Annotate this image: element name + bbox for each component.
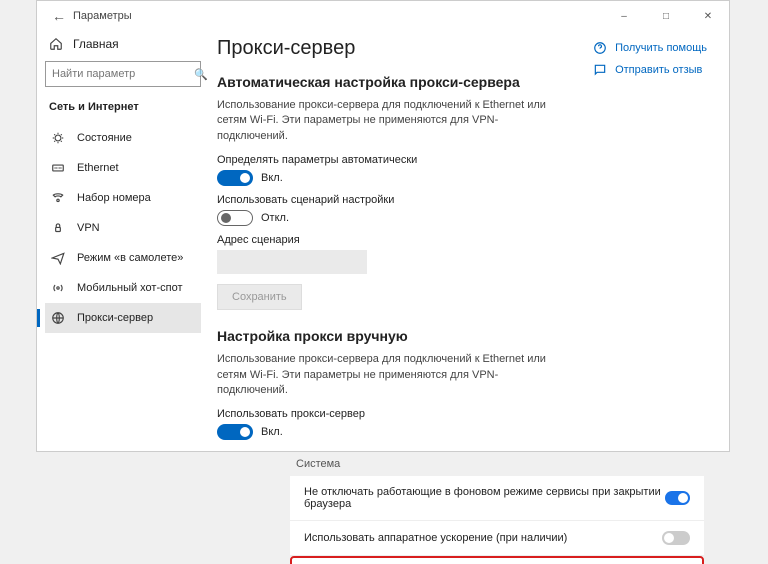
use-proxy-state: Вкл. — [261, 426, 283, 438]
script-addr-label: Адрес сценария — [217, 234, 709, 246]
sidebar-item-label: Состояние — [77, 132, 132, 144]
detect-toggle[interactable] — [217, 170, 253, 186]
save-button-1[interactable]: Сохранить — [217, 284, 302, 310]
minimize-button[interactable]: – — [603, 1, 645, 31]
sidebar-item-label: Ethernet — [77, 162, 119, 174]
status-icon — [51, 131, 65, 145]
close-button[interactable]: ✕ — [687, 1, 729, 31]
bg-services-label: Не отключать работающие в фоновом режиме… — [304, 486, 665, 510]
use-proxy-toggle[interactable] — [217, 424, 253, 440]
auto-section-desc: Использование прокси-сервера для подключ… — [217, 98, 557, 144]
bg-services-row[interactable]: Не отключать работающие в фоновом режиме… — [290, 476, 704, 521]
use-script-label: Использовать сценарий настройки — [217, 194, 709, 206]
dialup-icon — [51, 191, 65, 205]
home-icon — [49, 37, 63, 51]
lower-section-title: Система — [290, 458, 704, 470]
maximize-button[interactable]: □ — [645, 1, 687, 31]
sidebar-item-label: Набор номера — [77, 192, 151, 204]
detect-state: Вкл. — [261, 172, 283, 184]
sidebar-home[interactable]: Главная — [45, 31, 201, 61]
manual-section-desc: Использование прокси-сервера для подключ… — [217, 352, 557, 398]
feedback-icon — [593, 63, 607, 77]
use-script-state: Откл. — [261, 212, 289, 224]
sidebar-item-ethernet[interactable]: Ethernet — [45, 153, 201, 183]
hw-accel-label: Использовать аппаратное ускорение (при н… — [304, 532, 567, 544]
ethernet-icon — [51, 161, 65, 175]
back-button[interactable]: ← — [45, 8, 73, 24]
sidebar-item-label: Мобильный хот-спот — [77, 282, 183, 294]
feedback-link[interactable]: Отправить отзыв — [593, 63, 707, 77]
sidebar-item-status[interactable]: Состояние — [45, 123, 201, 153]
content-pane: Получить помощь Отправить отзыв Прокси-с… — [209, 31, 729, 451]
search-input-wrap[interactable]: 🔍 — [45, 61, 201, 87]
hotspot-icon — [51, 281, 65, 295]
sidebar-category: Сеть и Интернет — [45, 101, 201, 123]
sidebar-item-airplane[interactable]: Режим «в самолете» — [45, 243, 201, 273]
sidebar-item-dialup[interactable]: Набор номера — [45, 183, 201, 213]
sidebar: Главная 🔍 Сеть и Интернет Состояние Ethe… — [37, 31, 209, 451]
get-help-link[interactable]: Получить помощь — [593, 41, 707, 55]
bg-services-toggle[interactable] — [665, 491, 690, 505]
detect-label: Определять параметры автоматически — [217, 154, 709, 166]
script-address-input[interactable] — [217, 250, 367, 274]
sidebar-item-hotspot[interactable]: Мобильный хот-спот — [45, 273, 201, 303]
hw-accel-toggle[interactable] — [662, 531, 690, 545]
help-icon — [593, 41, 607, 55]
window-title: Параметры — [73, 10, 132, 22]
globe-icon — [51, 311, 65, 325]
airplane-icon — [51, 251, 65, 265]
search-icon: 🔍 — [194, 68, 208, 81]
manual-section-title: Настройка прокси вручную — [217, 328, 709, 344]
sidebar-home-label: Главная — [73, 37, 119, 51]
search-input[interactable] — [52, 68, 194, 80]
sidebar-item-proxy[interactable]: Прокси-сервер — [45, 303, 201, 333]
vpn-icon — [51, 221, 65, 235]
titlebar: ← Параметры – □ ✕ — [37, 1, 729, 31]
use-script-toggle[interactable] — [217, 210, 253, 226]
use-proxy-label: Использовать прокси-сервер — [217, 408, 709, 420]
sidebar-item-label: Прокси-сервер — [77, 312, 153, 324]
open-proxy-settings-row[interactable]: Открыть настройки прокси-сервера для ком… — [290, 556, 704, 564]
sidebar-item-label: VPN — [77, 222, 100, 234]
sidebar-item-vpn[interactable]: VPN — [45, 213, 201, 243]
sidebar-item-label: Режим «в самолете» — [77, 252, 183, 264]
hw-accel-row[interactable]: Использовать аппаратное ускорение (при н… — [290, 521, 704, 556]
